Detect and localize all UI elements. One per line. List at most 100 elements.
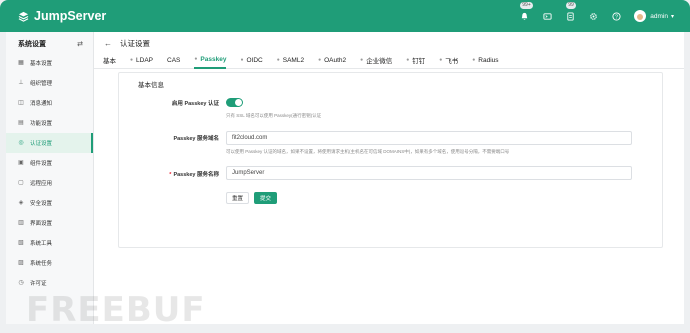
tab-dot-icon: ●	[240, 57, 244, 63]
tab-label: Passkey	[200, 55, 227, 63]
tab-radius[interactable]: ● Radius	[472, 52, 498, 69]
tab-label: 基本	[103, 58, 116, 65]
sidebar-title: 系统设置	[18, 41, 46, 48]
toggle-knob	[235, 99, 242, 106]
collapse-toggle-icon[interactable]: ⇄	[77, 40, 83, 48]
tab-dingtalk[interactable]: ● 钉钉	[406, 52, 425, 69]
top-actions: 99+ 99 ? admin ▾	[509, 0, 690, 32]
tab-cas[interactable]: CAS	[167, 52, 180, 69]
sidebar-item-security[interactable]: ◈ 安全设置	[6, 193, 93, 213]
sidebar-item-label: 组件设置	[30, 161, 53, 167]
tab-dot-icon: ●	[130, 57, 134, 63]
auth-icon: ◎	[18, 140, 24, 146]
sidebar-item-label: 界面设置	[30, 221, 53, 227]
tab-label: 钉钉	[412, 58, 426, 65]
tab-passkey[interactable]: ● Passkey	[194, 52, 227, 69]
notification-badge: 99+	[520, 2, 533, 9]
sidebar-item-components[interactable]: ▣ 组件设置	[6, 153, 93, 173]
grid-icon: ▦	[18, 60, 24, 66]
page-title: 认证设置	[120, 38, 150, 48]
remote-app-icon: ▢	[18, 180, 24, 186]
page-header: ← 认证设置	[94, 34, 684, 52]
tab-oauth2[interactable]: ● OAuth2	[318, 52, 346, 69]
passkey-domain-hint: 可以使用 Passkey 认证的域名，如果不设置，将使用请求主机(主机名在可信域…	[226, 149, 510, 154]
reset-button[interactable]: 重置	[226, 192, 249, 204]
tab-dot-icon: ●	[318, 57, 322, 63]
main-content: ← 认证设置 基本 ● LDAP CAS ● Passkey ● OIDC ● SAML…	[94, 32, 684, 324]
tab-bar: 基本 ● LDAP CAS ● Passkey ● OIDC ● SAML2 ● OAut…	[94, 52, 684, 69]
sidebar-item-label: 许可证	[30, 281, 47, 287]
submit-button[interactable]: 提交	[254, 192, 277, 204]
web-terminal-icon[interactable]	[539, 8, 555, 24]
tab-dot-icon: ●	[276, 57, 280, 63]
app-window: JumpServer 99+ 99 ? admin ▾ 系统设置 ⇄ ▦ 基本设…	[0, 0, 690, 333]
sidebar-item-label: 系统任务	[30, 261, 53, 267]
sidebar-item-label: 基本设置	[30, 61, 53, 67]
interface-icon: ▥	[18, 220, 24, 226]
bell-icon: ◫	[18, 100, 24, 106]
sidebar-item-remote-apps[interactable]: ▢ 远程应用	[6, 173, 93, 193]
tab-dot-icon: ●	[439, 57, 443, 63]
passkey-domain-input[interactable]: fit2cloud.com	[226, 131, 632, 145]
sidebar-item-label: 安全设置	[30, 201, 53, 207]
help-icon[interactable]: ?	[608, 8, 624, 24]
passkey-service-name-input[interactable]: JumpServer	[226, 166, 632, 180]
tab-label: 企业微信	[366, 58, 393, 65]
passkey-service-name-label: * Passkey 服务名称	[119, 170, 219, 178]
chevron-down-icon[interactable]: ▾	[671, 13, 674, 20]
tab-dot-icon: ●	[406, 57, 410, 63]
notification-bell-icon[interactable]: 99+	[516, 2, 533, 24]
tab-oidc[interactable]: ● OIDC	[240, 52, 262, 69]
tab-feishu[interactable]: ● 飞书	[439, 52, 458, 69]
org-icon: ⊥	[18, 80, 24, 86]
sidebar-item-tools[interactable]: ▧ 系统工具	[6, 233, 93, 253]
enable-passkey-label: 启用 Passkey 认证	[171, 101, 219, 107]
enable-passkey-toggle[interactable]	[226, 98, 243, 107]
tab-basic[interactable]: 基本	[103, 52, 116, 69]
tab-label: LDAP	[136, 56, 154, 64]
svg-text:?: ?	[615, 14, 618, 20]
tab-dot-icon: ●	[194, 56, 198, 62]
sidebar-item-tasks[interactable]: ▨ 系统任务	[6, 253, 93, 273]
app-name: JumpServer	[34, 9, 107, 23]
tab-dot-icon: ●	[472, 57, 476, 63]
sidebar-item-features[interactable]: ▤ 功能设置	[6, 113, 93, 133]
task-icon: ▨	[18, 260, 24, 266]
settings-gear-icon[interactable]	[585, 8, 601, 24]
tasks-icon[interactable]: 99	[562, 2, 578, 24]
tab-saml2[interactable]: ● SAML2	[277, 52, 304, 69]
sidebar-item-org[interactable]: ⊥ 组织管理	[6, 73, 93, 93]
passkey-domain-label: Passkey 服务域名	[173, 136, 219, 142]
sidebar-item-notifications[interactable]: ◫ 消息通知	[6, 93, 93, 113]
sidebar-item-auth[interactable]: ◎ 认证设置	[6, 133, 93, 153]
jumpserver-logo-icon	[18, 11, 29, 22]
sidebar-item-basic[interactable]: ▦ 基本设置	[6, 53, 93, 73]
section-title: 基本信息	[138, 82, 164, 89]
app-logo[interactable]: JumpServer	[18, 9, 106, 23]
tab-label: CAS	[167, 56, 181, 64]
sidebar-item-label: 远程应用	[30, 181, 53, 187]
enable-passkey-hint: 只有 SSL 域名可以使用 Passkey(通行密钥)认证	[226, 113, 322, 118]
back-arrow-icon[interactable]: ←	[104, 39, 112, 48]
sidebar-item-label: 系统工具	[30, 241, 53, 247]
license-icon: ◷	[18, 280, 24, 286]
user-avatar[interactable]	[634, 10, 647, 22]
label-text: Passkey 服务名称	[173, 172, 219, 178]
sidebar-item-label: 功能设置	[30, 121, 53, 127]
tab-label: OAuth2	[324, 56, 347, 64]
sidebar-item-label: 组织管理	[30, 81, 53, 87]
sidebar-item-interface[interactable]: ▥ 界面设置	[6, 213, 93, 233]
settings-form-card: 基本信息 启用 Passkey 认证 只有 SSL 域名可以使用 Passkey…	[118, 72, 663, 248]
toolbox-icon: ▧	[18, 240, 24, 246]
sidebar: 系统设置 ⇄ ▦ 基本设置 ⊥ 组织管理 ◫ 消息通知 ▤ 功能设置 ◎ 认证设置 ▣ 组件…	[6, 32, 94, 324]
shield-icon: ◈	[18, 200, 24, 206]
sidebar-item-label: 消息通知	[30, 101, 53, 107]
sidebar-header: 系统设置 ⇄	[6, 35, 93, 53]
tab-dot-icon: ●	[360, 57, 364, 63]
user-name[interactable]: admin	[650, 13, 668, 20]
tab-ldap[interactable]: ● LDAP	[130, 52, 153, 69]
tab-wecom[interactable]: ● 企业微信	[360, 52, 392, 69]
tab-label: Radius	[478, 56, 499, 64]
tab-label: OIDC	[246, 56, 263, 64]
sidebar-item-label: 认证设置	[30, 141, 53, 147]
